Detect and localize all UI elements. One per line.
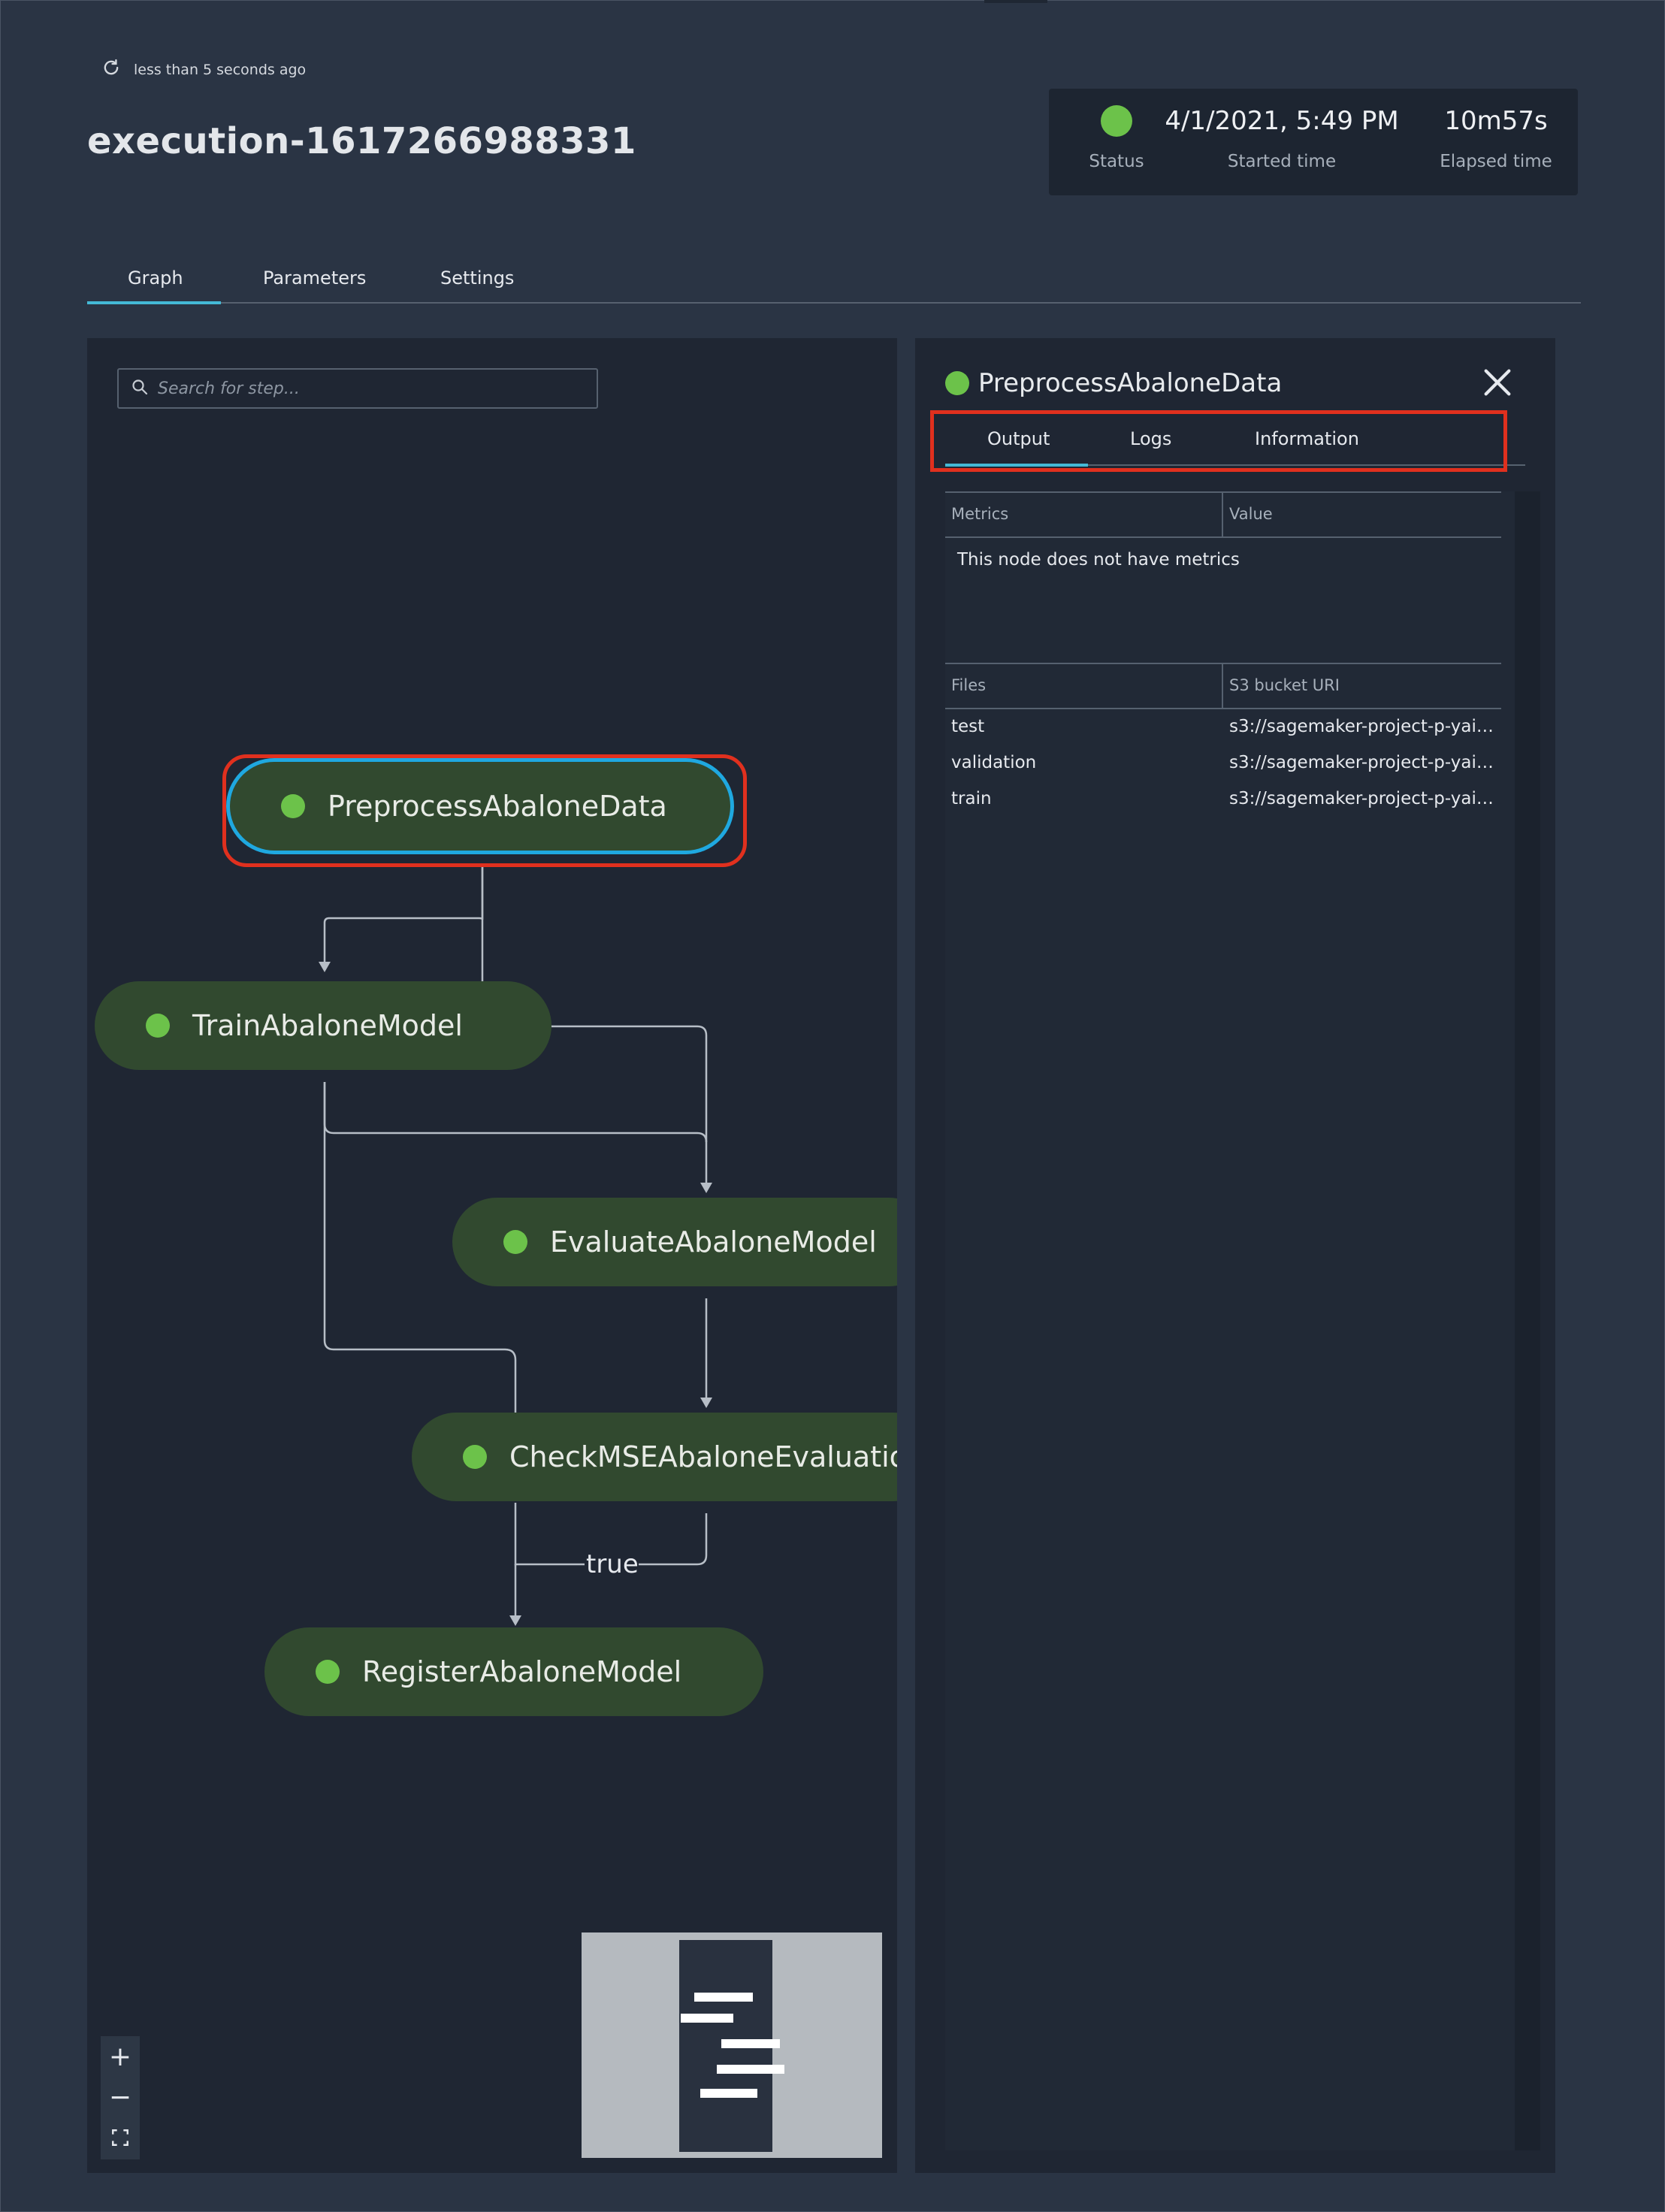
started-time-label: Started time (1227, 152, 1337, 171)
metrics-empty-message: This node does not have metrics (957, 550, 1240, 570)
file-s3-uri[interactable]: s3://sagemaker-project-p-yaijuijyjhj/... (1229, 753, 1498, 772)
output-content: Metrics Value This node does not have me… (945, 491, 1516, 2150)
elapsed-time-cell: 10m57s Elapsed time (1425, 89, 1567, 171)
tab-active-indicator (87, 301, 221, 304)
detail-title: PreprocessAbaloneData (978, 368, 1283, 398)
minimap-node (717, 2065, 784, 2074)
column-divider[interactable] (1222, 664, 1223, 708)
table-row: train s3://sagemaker-project-p-yaijuijyj… (945, 781, 1501, 817)
node-check-mse-abalone-evaluation[interactable]: CheckMSEAbaloneEvaluation (412, 1413, 897, 1501)
scrollbar[interactable] (1515, 491, 1540, 2150)
status-label: Status (1089, 152, 1144, 171)
node-label: CheckMSEAbaloneEvaluation (509, 1440, 897, 1473)
step-detail-panel: PreprocessAbaloneData Output Logs Inform… (915, 338, 1555, 2173)
column-header-s3-uri[interactable]: S3 bucket URI (1229, 676, 1340, 694)
column-header-value[interactable]: Value (1229, 505, 1273, 523)
node-evaluate-abalone-model[interactable]: EvaluateAbaloneModel (452, 1198, 897, 1286)
column-header-metrics[interactable]: Metrics (951, 505, 1008, 523)
execution-status-summary: Status 4/1/2021, 5:49 PM Started time 10… (1049, 89, 1578, 195)
node-label: RegisterAbaloneModel (362, 1655, 682, 1688)
metrics-table: Metrics Value This node does not have me… (945, 491, 1501, 570)
zoom-out-button[interactable]: − (101, 2077, 140, 2117)
status-success-icon (1101, 105, 1132, 137)
tab-parameters[interactable]: Parameters (263, 267, 366, 289)
node-label: PreprocessAbaloneData (328, 790, 667, 823)
top-notch (984, 0, 1047, 3)
graph-minimap[interactable] (582, 1932, 882, 2158)
status-success-icon (463, 1445, 487, 1469)
files-table: Files S3 bucket URI test s3://sagemaker-… (945, 663, 1501, 817)
started-time-cell: 4/1/2021, 5:49 PM Started time (1162, 89, 1402, 171)
node-preprocess-abalone-data[interactable]: PreprocessAbaloneData (230, 762, 730, 851)
zoom-in-button[interactable]: + (101, 2036, 140, 2077)
started-time-value: 4/1/2021, 5:49 PM (1165, 106, 1399, 136)
node-train-abalone-model[interactable]: TrainAbaloneModel (95, 981, 551, 1070)
page-title: execution-1617266988331 (87, 120, 636, 162)
file-name: validation (951, 753, 1037, 772)
zoom-controls: + − (101, 2036, 140, 2159)
file-s3-uri[interactable]: s3://sagemaker-project-p-yaijuijyjhj/... (1229, 717, 1498, 736)
node-label: EvaluateAbaloneModel (550, 1225, 877, 1259)
status-success-icon (146, 1014, 170, 1038)
files-table-header: Files S3 bucket URI (945, 663, 1501, 709)
node-label: TrainAbaloneModel (192, 1009, 463, 1042)
detail-header: PreprocessAbaloneData (945, 368, 1282, 398)
file-s3-uri[interactable]: s3://sagemaker-project-p-yaijuijyjhj/... (1229, 789, 1498, 808)
file-name: test (951, 717, 985, 736)
status-success-icon (503, 1230, 527, 1254)
status-success-icon (316, 1660, 340, 1684)
minimap-node (700, 2089, 757, 2098)
status-success-icon (945, 371, 969, 395)
fit-view-icon (112, 2129, 128, 2146)
minimap-node (694, 1993, 753, 2002)
tab-graph[interactable]: Graph (128, 267, 183, 289)
node-register-abalone-model[interactable]: RegisterAbaloneModel (264, 1627, 763, 1716)
elapsed-time-label: Elapsed time (1440, 152, 1552, 171)
status-cell: Status (1079, 89, 1154, 171)
file-name: train (951, 789, 992, 808)
close-icon[interactable] (1480, 365, 1515, 400)
elapsed-time-value: 10m57s (1444, 106, 1548, 136)
table-row: validation s3://sagemaker-project-p-yaij… (945, 745, 1501, 781)
minimap-node (721, 2039, 780, 2048)
minimap-node (681, 2014, 733, 2023)
main-tabs: Graph Parameters Settings (87, 255, 1581, 304)
refresh-icon[interactable] (101, 57, 122, 82)
refresh-control[interactable]: less than 5 seconds ago (101, 57, 306, 82)
column-header-files[interactable]: Files (951, 676, 986, 694)
pipeline-graph-panel[interactable]: PreprocessAbaloneData TrainAbaloneModel … (87, 338, 897, 2173)
metrics-table-header: Metrics Value (945, 491, 1501, 538)
refresh-timestamp: less than 5 seconds ago (134, 61, 307, 78)
tab-settings[interactable]: Settings (440, 267, 514, 289)
fit-view-button[interactable] (101, 2117, 140, 2158)
status-success-icon (281, 794, 305, 818)
tabs-highlight-outline (930, 410, 1507, 472)
edge-label-true: true (586, 1549, 639, 1579)
column-divider[interactable] (1222, 493, 1223, 536)
table-row: test s3://sagemaker-project-p-yaijuijyjh… (945, 709, 1501, 745)
